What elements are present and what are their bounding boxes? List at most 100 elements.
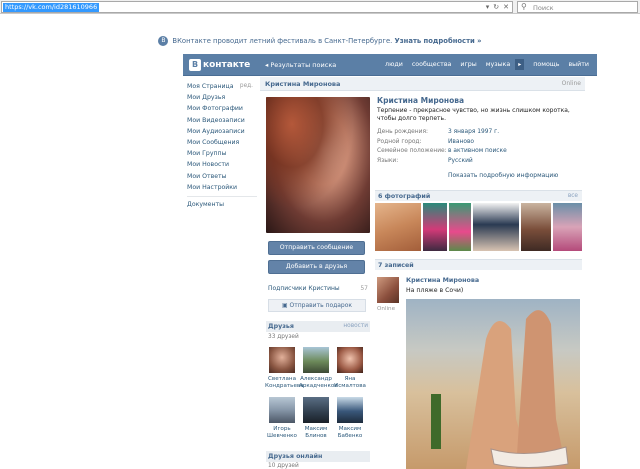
- search-icon: ⚲: [521, 2, 527, 11]
- menu-my-page[interactable]: Моя Страница ред.: [187, 81, 257, 92]
- posts-title[interactable]: 7 записей: [378, 262, 414, 269]
- avatar[interactable]: [269, 347, 295, 373]
- friends-online-title[interactable]: Друзья онлайн: [268, 453, 322, 460]
- avatar[interactable]: [303, 397, 329, 423]
- post-text: На пляже в Сочи): [406, 287, 464, 294]
- menu-my-news[interactable]: Мои Новости: [187, 159, 257, 170]
- profile-photo[interactable]: [266, 97, 370, 233]
- post-author-avatar[interactable]: [377, 277, 399, 303]
- menu-my-groups[interactable]: Мои Группы: [187, 148, 257, 159]
- menu-my-videos[interactable]: Мои Видеозаписи: [187, 115, 257, 126]
- nav-help[interactable]: помощь: [533, 60, 559, 70]
- announcement-link[interactable]: Узнать подробности »: [394, 37, 481, 45]
- menu-my-photos[interactable]: Мои Фотографии: [187, 103, 257, 114]
- menu-my-audio[interactable]: Мои Аудиозаписи: [187, 126, 257, 137]
- friends-header[interactable]: Друзья новости: [266, 321, 370, 332]
- photo-thumbnail[interactable]: [449, 203, 471, 251]
- subscribers-label[interactable]: Подписчики Кристины: [268, 285, 340, 292]
- nav-people[interactable]: люди: [385, 60, 403, 70]
- url-text[interactable]: https://vk.com/id281610966: [3, 3, 100, 12]
- menu-edit-link[interactable]: ред.: [240, 81, 253, 92]
- friends-title[interactable]: Друзья: [268, 323, 294, 330]
- avatar[interactable]: [303, 347, 329, 373]
- menu-my-messages[interactable]: Мои Сообщения: [187, 137, 257, 148]
- avatar[interactable]: [337, 397, 363, 423]
- festival-announcement: В ВКонтакте проводит летний фестиваль в С…: [0, 33, 640, 49]
- add-friend-button[interactable]: Добавить в друзья: [268, 260, 365, 274]
- friend-item[interactable]: Максим Блинов: [299, 397, 333, 439]
- nav-music[interactable]: музыка: [486, 60, 510, 70]
- send-gift-button[interactable]: ▣ Отправить подарок: [268, 299, 366, 312]
- friend-first-name[interactable]: Александр: [299, 376, 333, 383]
- friends-count: 33 друзей: [268, 334, 299, 340]
- avatar[interactable]: [337, 347, 363, 373]
- nav-games[interactable]: игры: [460, 60, 476, 70]
- user-status[interactable]: Терпение - прекрасное чувство, но жизнь …: [377, 107, 582, 122]
- photo-thumbnail[interactable]: [473, 203, 519, 251]
- info-row-hometown: Родной город: Иваново: [377, 138, 582, 148]
- friend-item[interactable]: Светлана Кондратьева: [265, 347, 304, 390]
- nav-communities[interactable]: сообщества: [412, 60, 452, 70]
- friend-item[interactable]: Александр Аркадченков: [299, 347, 338, 390]
- info-value[interactable]: в активном поиске: [448, 147, 507, 157]
- friend-item[interactable]: Яна Исмалтова: [333, 347, 367, 389]
- info-label: Языки:: [377, 157, 399, 164]
- friend-first-name[interactable]: Светлана: [265, 376, 299, 383]
- friend-item[interactable]: Максим Бабенко: [333, 397, 367, 439]
- browser-search-box[interactable]: ⚲ Поиск: [517, 1, 638, 13]
- profile-title-name: Кристина Миронова: [265, 80, 341, 88]
- send-message-button[interactable]: Отправить сообщение: [268, 241, 365, 255]
- profile-title-bar: Кристина Миронова Online: [260, 77, 585, 91]
- refresh-icon[interactable]: ↻: [493, 3, 499, 11]
- back-to-search-link[interactable]: ◂ Результаты поиска: [265, 60, 336, 70]
- dropdown-icon[interactable]: ▾: [486, 3, 490, 11]
- show-more-info-link[interactable]: Показать подробную информацию: [448, 172, 558, 179]
- menu-documents[interactable]: Документы: [187, 199, 257, 210]
- vk-logo[interactable]: Вконтакте: [189, 59, 250, 71]
- announcement-text: ВКонтакте проводит летний фестиваль в Са…: [172, 37, 393, 45]
- info-value[interactable]: 3 января 1997 г.: [448, 128, 499, 138]
- photos-header[interactable]: 6 фотографий все: [375, 190, 582, 201]
- info-value[interactable]: Русский: [448, 157, 473, 167]
- post-photo-art: [431, 310, 569, 469]
- subscribers-row[interactable]: Подписчики Кристины 57: [268, 285, 368, 292]
- play-icon[interactable]: ▸: [515, 59, 525, 70]
- photo-thumbnail[interactable]: [423, 203, 447, 251]
- info-label: Семейное положение:: [377, 148, 447, 154]
- info-value[interactable]: Иваново: [448, 138, 474, 148]
- address-bar-buttons: ▾ ↻ ✕: [482, 3, 509, 11]
- friend-last-name[interactable]: Аркадченков: [299, 383, 338, 390]
- photo-thumbnail[interactable]: [553, 203, 582, 251]
- stop-icon[interactable]: ✕: [503, 3, 509, 11]
- menu-my-answers[interactable]: Мои Ответы: [187, 171, 257, 182]
- friend-last-name[interactable]: Кондратьева: [265, 383, 304, 390]
- friend-last-name[interactable]: Исмалтова: [333, 383, 367, 390]
- address-bar[interactable]: https://vk.com/id281610966 ▾ ↻ ✕: [1, 1, 513, 13]
- menu-my-friends[interactable]: Мои Друзья: [187, 92, 257, 103]
- top-nav: люди сообщества игры музыка ▸ помощь вый…: [376, 59, 589, 70]
- friend-item[interactable]: Игорь Шевченко: [265, 397, 299, 439]
- photos-all-link[interactable]: все: [568, 193, 578, 199]
- post-online-status: Online: [377, 306, 396, 312]
- post-photo[interactable]: [406, 299, 580, 469]
- menu-my-settings[interactable]: Мои Настройки: [187, 182, 257, 193]
- send-gift-label: Отправить подарок: [289, 302, 353, 309]
- photo-thumbnail[interactable]: [521, 203, 551, 251]
- friends-online-header[interactable]: Друзья онлайн: [266, 451, 370, 462]
- nav-logout[interactable]: выйти: [568, 60, 589, 70]
- avatar[interactable]: [269, 397, 295, 423]
- friend-last-name[interactable]: Шевченко: [265, 433, 299, 440]
- friend-last-name[interactable]: Бабенко: [333, 433, 367, 440]
- photos-title[interactable]: 6 фотографий: [378, 193, 430, 200]
- info-row-languages: Языки: Русский: [377, 157, 582, 167]
- info-label: День рождения:: [377, 129, 428, 135]
- friend-last-name[interactable]: Блинов: [299, 433, 333, 440]
- menu-my-page-label[interactable]: Моя Страница: [187, 83, 234, 90]
- post-author-name[interactable]: Кристина Миронова: [406, 277, 479, 284]
- photo-thumbnail[interactable]: [375, 203, 421, 251]
- vk-badge-icon: В: [158, 36, 169, 46]
- friends-news-link[interactable]: новости: [343, 323, 368, 329]
- gift-icon: ▣: [281, 302, 290, 309]
- posts-header[interactable]: 7 записей: [375, 259, 582, 270]
- online-status: Online: [561, 80, 581, 87]
